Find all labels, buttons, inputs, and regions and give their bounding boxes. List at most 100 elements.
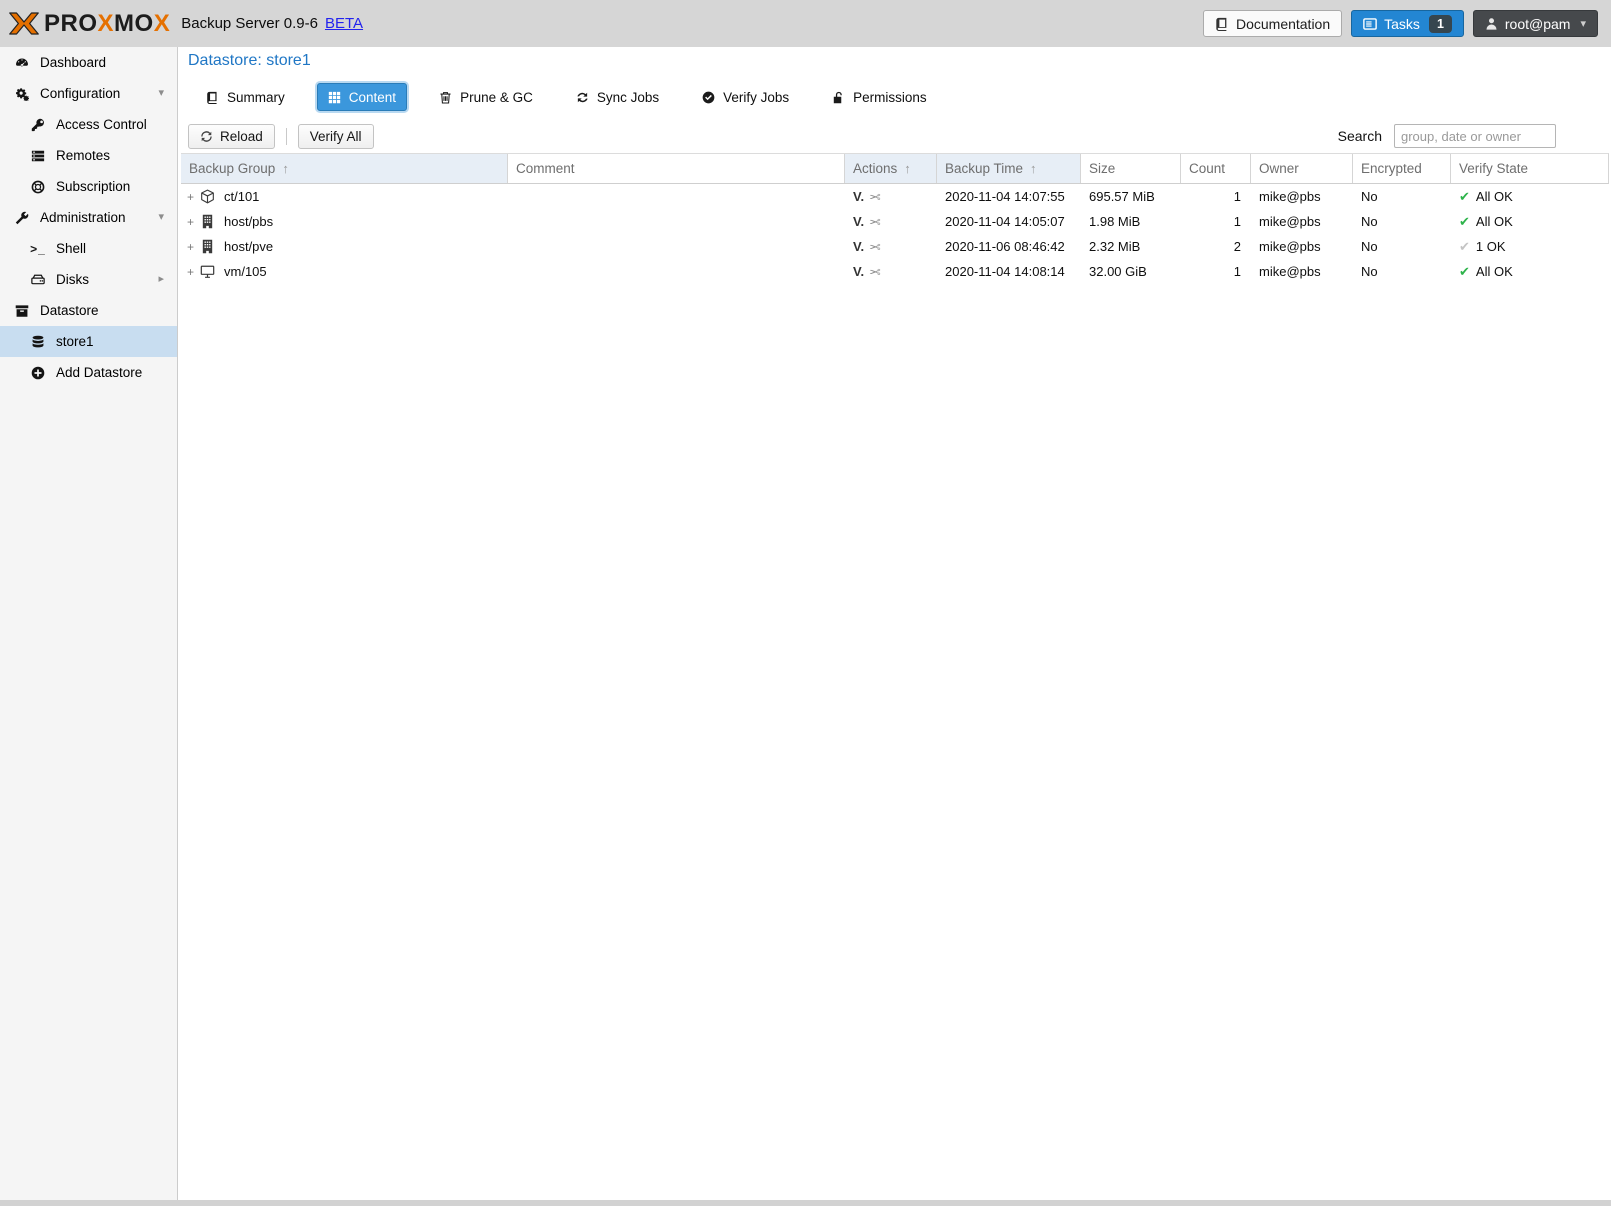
sidebar-item-add-datastore[interactable]: Add Datastore (0, 357, 177, 388)
page-title: Datastore: store1 (188, 52, 311, 70)
caret-down-icon[interactable]: ▾ (158, 88, 164, 99)
table-row-host-pve[interactable]: +host/pveV.✂2020-11-06 08:46:422.32 MiB2… (181, 234, 1609, 259)
proxmox-x-icon (9, 10, 39, 37)
tab-content[interactable]: Content (317, 83, 407, 111)
check-icon: ✔ (1459, 240, 1470, 253)
sidebar-item-label: store1 (56, 334, 94, 349)
sidebar-item-dashboard[interactable]: Dashboard (0, 47, 177, 78)
encrypted-cell: No (1353, 239, 1451, 254)
size-text: 32.00 GiB (1089, 264, 1147, 279)
tab-sync-jobs[interactable]: Sync Jobs (565, 83, 670, 111)
tasks-button[interactable]: Tasks 1 (1351, 10, 1464, 37)
verify-state-text: All OK (1476, 264, 1513, 279)
count-text: 1 (1234, 264, 1241, 279)
sidebar-item-label: Dashboard (40, 55, 106, 70)
scissors-icon[interactable]: ✂ (869, 190, 881, 204)
column-header-verify-state[interactable]: Verify State (1451, 154, 1608, 183)
size-text: 695.57 MiB (1089, 189, 1155, 204)
encrypted-text: No (1361, 189, 1378, 204)
encrypted-cell: No (1353, 214, 1451, 229)
table-body: +ct/101 V. ✂ 2020-11-04 14:07:55 695.57 MiB 1… (181, 184, 1609, 284)
expand-row-toggle[interactable]: + (185, 240, 196, 254)
tab-prune-gc[interactable]: Prune & GC (428, 83, 544, 111)
backup-time-text: 2020-11-04 14:08:14 (945, 264, 1065, 279)
caret-right-icon[interactable]: ▸ (158, 274, 164, 285)
check-circle-icon (702, 91, 715, 104)
table-row-host-pbs[interactable]: +host/pbsV.✂2020-11-04 14:05:071.98 MiB1… (181, 209, 1609, 234)
column-header-encrypted[interactable]: Encrypted (1353, 154, 1451, 183)
grid-icon (328, 91, 341, 104)
topbar: PROXMOX Backup Server 0.9-6 BETA Documen… (0, 0, 1611, 47)
tab-summary[interactable]: Summary (195, 83, 296, 111)
toolbar-separator (286, 128, 287, 145)
verify-action[interactable]: V. (853, 239, 864, 254)
book-icon (206, 91, 219, 104)
table-header-row: Backup Group↑CommentActions↑Backup Time↑… (181, 153, 1609, 184)
sidebar-item-label: Administration (40, 210, 126, 225)
sidebar-item-remotes[interactable]: Remotes (0, 140, 177, 171)
caret-down-icon[interactable]: ▾ (158, 212, 164, 223)
search-input[interactable] (1394, 124, 1556, 148)
column-header-actions[interactable]: Actions↑ (845, 154, 937, 183)
column-header-size[interactable]: Size (1081, 154, 1181, 183)
backup-time-cell: 2020-11-04 14:07:55 (937, 189, 1081, 204)
verify-all-label: Verify All (310, 129, 362, 144)
beta-link[interactable]: BETA (325, 15, 363, 32)
column-header-comment[interactable]: Comment (508, 154, 845, 183)
book-icon (1215, 17, 1229, 31)
column-header-owner[interactable]: Owner (1251, 154, 1353, 183)
scissors-icon[interactable]: ✂ (869, 265, 881, 279)
column-header-backup-time[interactable]: Backup Time↑ (937, 154, 1081, 183)
scissors-icon[interactable]: ✂ (869, 240, 881, 254)
tasks-count-badge: 1 (1429, 15, 1452, 33)
user-label: root@pam (1505, 16, 1571, 32)
tab-label: Verify Jobs (723, 90, 789, 105)
sidebar-item-label: Shell (56, 241, 86, 256)
sidebar-item-datastore[interactable]: Datastore (0, 295, 177, 326)
sidebar-item-configuration[interactable]: Configuration ▾ (0, 78, 177, 109)
size-text: 2.32 MiB (1089, 239, 1140, 254)
user-menu-button[interactable]: root@pam ▾ (1473, 10, 1598, 37)
expand-row-toggle[interactable]: + (185, 265, 196, 279)
sidebar-item-shell[interactable]: >_Shell (0, 233, 177, 264)
column-label: Encrypted (1361, 161, 1422, 176)
key-icon (29, 118, 47, 132)
app-version-label: Backup Server 0.9-6 (181, 15, 318, 32)
sidebar-item-administration[interactable]: Administration ▾ (0, 202, 177, 233)
window-bottom-edge (0, 1200, 1611, 1206)
count-text: 2 (1234, 239, 1241, 254)
sync-icon (576, 91, 589, 104)
verify-action[interactable]: V. (853, 214, 864, 229)
check-icon: ✔ (1459, 190, 1470, 203)
column-header-count[interactable]: Count (1181, 154, 1251, 183)
table-row-vm-105[interactable]: +vm/105V.✂2020-11-04 14:08:1432.00 GiB1m… (181, 259, 1609, 284)
column-label: Verify State (1459, 161, 1528, 176)
building-icon (200, 239, 215, 254)
sidebar-item-disks[interactable]: Disks ▸ (0, 264, 177, 295)
sidebar-item-access-control[interactable]: Access Control (0, 109, 177, 140)
expand-row-toggle[interactable]: + (185, 190, 196, 204)
column-header-backup-group[interactable]: Backup Group↑ (181, 154, 508, 183)
sidebar-item-label: Disks (56, 272, 89, 287)
sidebar-item-subscription[interactable]: Subscription (0, 171, 177, 202)
verify-all-button[interactable]: Verify All (298, 124, 374, 149)
table-row-ct-101[interactable]: +ct/101V.✂2020-11-04 14:07:55695.57 MiB1… (181, 184, 1609, 209)
tab-permissions[interactable]: Permissions (821, 83, 938, 111)
content-table: Backup Group↑CommentActions↑Backup Time↑… (181, 153, 1609, 284)
expand-row-toggle[interactable]: + (185, 215, 196, 229)
sidebar-item-label: Add Datastore (56, 365, 142, 380)
count-cell: 1 (1181, 214, 1251, 229)
sidebar-item-label: Configuration (40, 86, 120, 101)
scissors-icon[interactable]: ✂ (869, 215, 881, 229)
size-cell: 32.00 GiB (1081, 264, 1181, 279)
backup-group-cell: +ct/101 (181, 189, 508, 204)
actions-cell: V. ✂ (845, 214, 937, 229)
documentation-button[interactable]: Documentation (1203, 10, 1342, 37)
actions-cell: V. ✂ (845, 264, 937, 279)
reload-button[interactable]: Reload (188, 124, 275, 149)
verify-action[interactable]: V. (853, 264, 864, 279)
sort-asc-icon: ↑ (1030, 162, 1037, 175)
tab-verify-jobs[interactable]: Verify Jobs (691, 83, 800, 111)
verify-action[interactable]: V. (853, 189, 864, 204)
sidebar-item-store1[interactable]: store1 (0, 326, 177, 357)
